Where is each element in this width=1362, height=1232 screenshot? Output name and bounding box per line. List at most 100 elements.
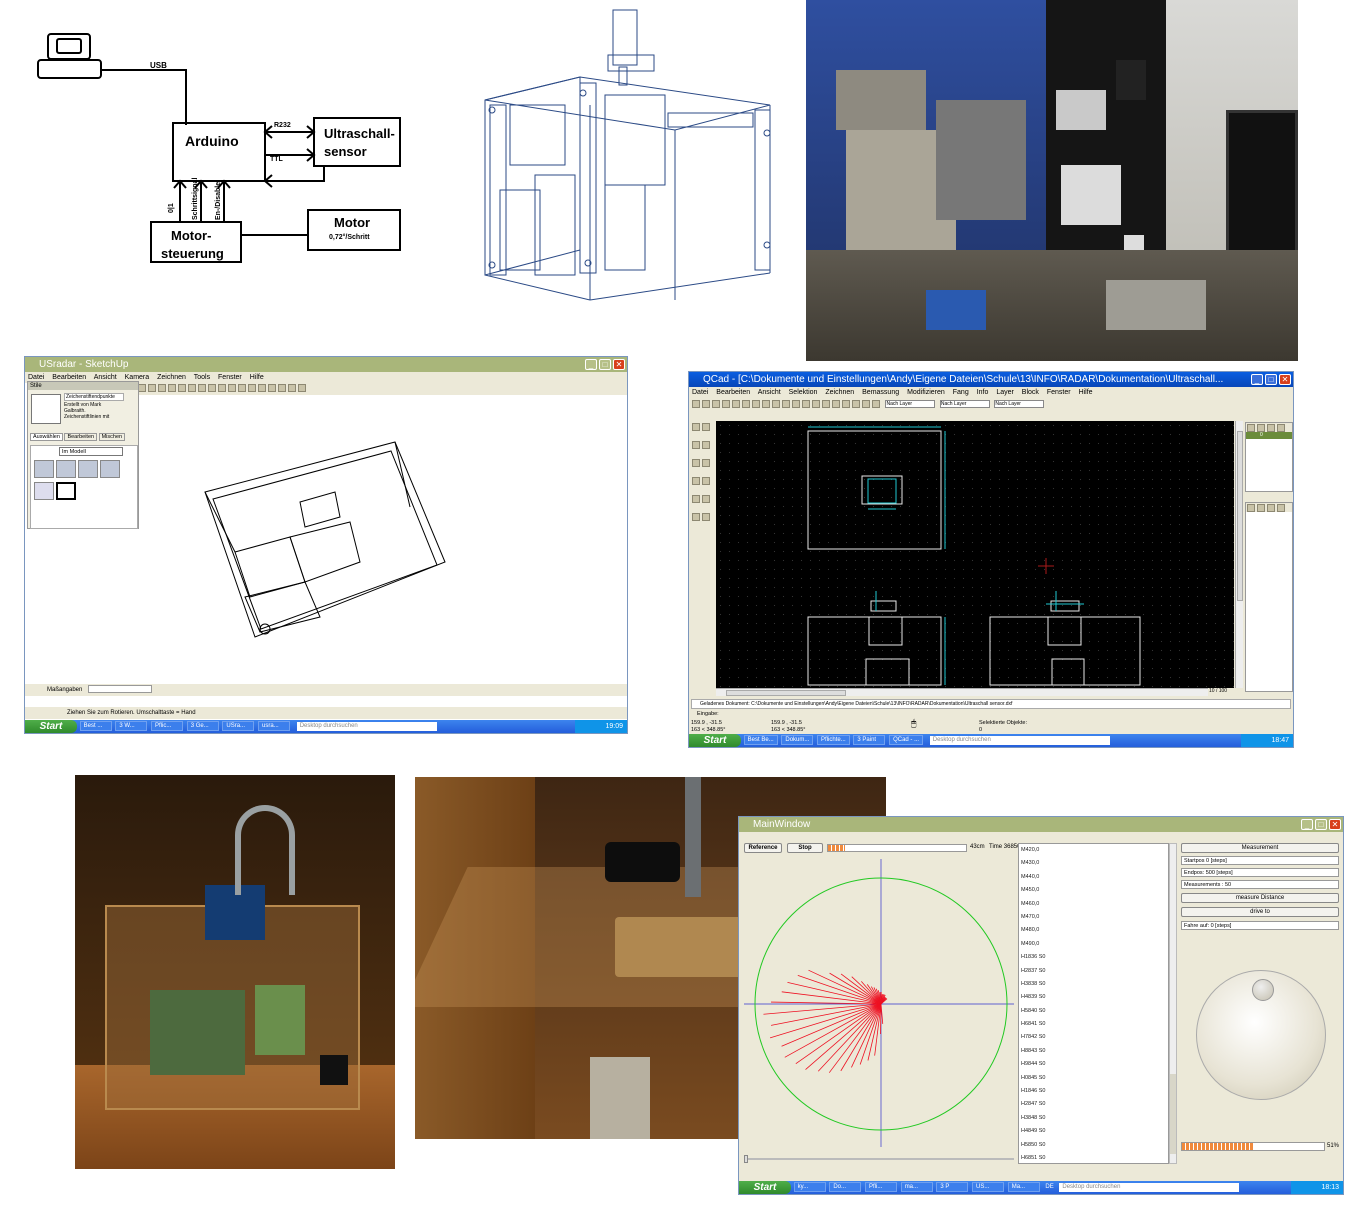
taskbar-item[interactable]: US... (972, 1182, 1005, 1192)
scroll-thumb[interactable] (1170, 1074, 1176, 1154)
menu-item[interactable]: Info (977, 389, 989, 396)
list-item[interactable]: H5850 S0 (1019, 1139, 1168, 1152)
tool-icon[interactable] (1257, 424, 1265, 432)
list-scrollbar[interactable] (1169, 843, 1177, 1164)
menu-fenster[interactable]: Fenster (218, 374, 242, 381)
tool-icon[interactable] (188, 384, 196, 392)
tool-icon[interactable] (258, 384, 266, 392)
tab-bearbeiten[interactable]: Bearbeiten (64, 433, 98, 441)
start-button[interactable]: Start (25, 720, 77, 733)
menu-kamera[interactable]: Kamera (125, 374, 150, 381)
scan-slider[interactable] (744, 1155, 1014, 1163)
list-item[interactable]: H2847 S0 (1019, 1098, 1168, 1111)
fahre-auf-spinbox[interactable]: Fahre auf: 0 [steps] (1181, 921, 1339, 930)
list-item[interactable]: H3848 S0 (1019, 1112, 1168, 1125)
slider-handle[interactable] (744, 1155, 748, 1163)
tool-icon[interactable] (198, 384, 206, 392)
tool-icon[interactable] (832, 400, 840, 408)
tool-icon[interactable] (1277, 424, 1285, 432)
measure-distance-button[interactable]: measure Distance (1181, 893, 1339, 903)
close-button[interactable]: ✕ (1329, 819, 1341, 830)
minimize-button[interactable]: _ (585, 359, 597, 370)
menu-item[interactable]: Zeichnen (825, 389, 854, 396)
tool-icon[interactable] (248, 384, 256, 392)
tool-icon[interactable] (288, 384, 296, 392)
taskbar-item[interactable]: ma... (900, 1182, 933, 1192)
taskbar-item[interactable]: QCad - ... (889, 735, 924, 745)
desktop-search[interactable]: Desktop durchsuchen (296, 722, 437, 731)
list-item[interactable]: M480,0 (1019, 924, 1168, 937)
stop-button[interactable]: Stop (787, 843, 823, 853)
tool-icon[interactable] (702, 459, 710, 467)
tab-mischen[interactable]: Mischen (98, 433, 126, 441)
tool-icon[interactable] (732, 400, 740, 408)
style-thumb[interactable] (78, 460, 98, 478)
list-item[interactable]: H2837 S0 (1019, 965, 1168, 978)
tool-icon[interactable] (1247, 424, 1255, 432)
tool-icon[interactable] (782, 400, 790, 408)
style-dropdown[interactable]: Im Modell (59, 447, 123, 456)
list-item[interactable]: H8843 S0 (1019, 1045, 1168, 1058)
tool-icon[interactable] (702, 513, 710, 521)
measurement-button[interactable]: Measurement (1181, 843, 1339, 853)
taskbar-item[interactable]: 3 W... (115, 721, 148, 731)
linewidth-dropdown[interactable]: Nach Layer (994, 400, 1045, 408)
tool-icon[interactable] (852, 400, 860, 408)
tool-icon[interactable] (268, 384, 276, 392)
taskbar-item[interactable]: 3 P (936, 1182, 969, 1192)
list-item[interactable]: M440,0 (1019, 871, 1168, 884)
tool-icon[interactable] (692, 495, 700, 503)
tool-icon[interactable] (712, 400, 720, 408)
style-thumb[interactable] (34, 460, 54, 478)
tool-icon[interactable] (772, 400, 780, 408)
style-thumb[interactable] (56, 460, 76, 478)
list-item[interactable]: H4849 S0 (1019, 1125, 1168, 1138)
start-button[interactable]: Start (739, 1181, 791, 1194)
tool-icon[interactable] (692, 459, 700, 467)
tool-icon[interactable] (862, 400, 870, 408)
menu-item[interactable]: Bemassung (862, 389, 899, 396)
tool-icon[interactable] (138, 384, 146, 392)
horizontal-scrollbar[interactable] (716, 688, 1208, 696)
tool-icon[interactable] (1257, 504, 1265, 512)
list-item[interactable]: M470,0 (1019, 911, 1168, 924)
tool-icon[interactable] (792, 400, 800, 408)
list-item[interactable]: M420,0 (1019, 844, 1168, 857)
measure-input[interactable] (88, 685, 153, 694)
endpos-spinbox[interactable]: Endpos: 500 [steps] (1181, 868, 1339, 877)
tool-icon[interactable] (178, 384, 186, 392)
menu-item[interactable]: Datei (692, 389, 708, 396)
tool-icon[interactable] (238, 384, 246, 392)
tool-icon[interactable] (692, 441, 700, 449)
taskbar-item[interactable]: Pflic... (151, 721, 184, 731)
list-item[interactable]: H5840 S0 (1019, 1005, 1168, 1018)
tool-icon[interactable] (702, 477, 710, 485)
linetype-dropdown[interactable]: Nach Layer (939, 400, 990, 408)
dial-knob[interactable] (1252, 979, 1274, 1001)
menu-tools[interactable]: Tools (194, 374, 210, 381)
list-item[interactable]: H0845 S0 (1019, 1072, 1168, 1085)
tool-icon[interactable] (148, 384, 156, 392)
style-thumb[interactable] (34, 482, 54, 500)
tool-icon[interactable] (692, 513, 700, 521)
tool-icon[interactable] (1267, 424, 1275, 432)
taskbar-item[interactable]: Best Be... (743, 735, 778, 745)
layer-row[interactable]: 0 (1246, 432, 1292, 439)
tool-icon[interactable] (872, 400, 880, 408)
menu-item[interactable]: Hilfe (1079, 389, 1093, 396)
taskbar-item[interactable]: Pfli... (865, 1182, 898, 1192)
list-item[interactable]: H6851 S0 (1019, 1152, 1168, 1163)
position-dial[interactable] (1196, 970, 1326, 1100)
maximize-button[interactable]: □ (599, 359, 611, 370)
desktop-search[interactable]: Desktop durchsuchen (1059, 1183, 1240, 1192)
taskbar-item[interactable]: usra... (258, 721, 291, 731)
desktop-search[interactable]: Desktop durchsuchen (929, 736, 1110, 745)
list-item[interactable]: H1846 S0 (1019, 1085, 1168, 1098)
taskbar-item[interactable]: Do... (829, 1182, 862, 1192)
qcad-canvas[interactable] (716, 421, 1234, 688)
menu-item[interactable]: Fenster (1047, 389, 1071, 396)
scroll-thumb[interactable] (1237, 431, 1243, 601)
menu-item[interactable]: Fang (953, 389, 969, 396)
tool-icon[interactable] (702, 400, 710, 408)
tool-icon[interactable] (278, 384, 286, 392)
